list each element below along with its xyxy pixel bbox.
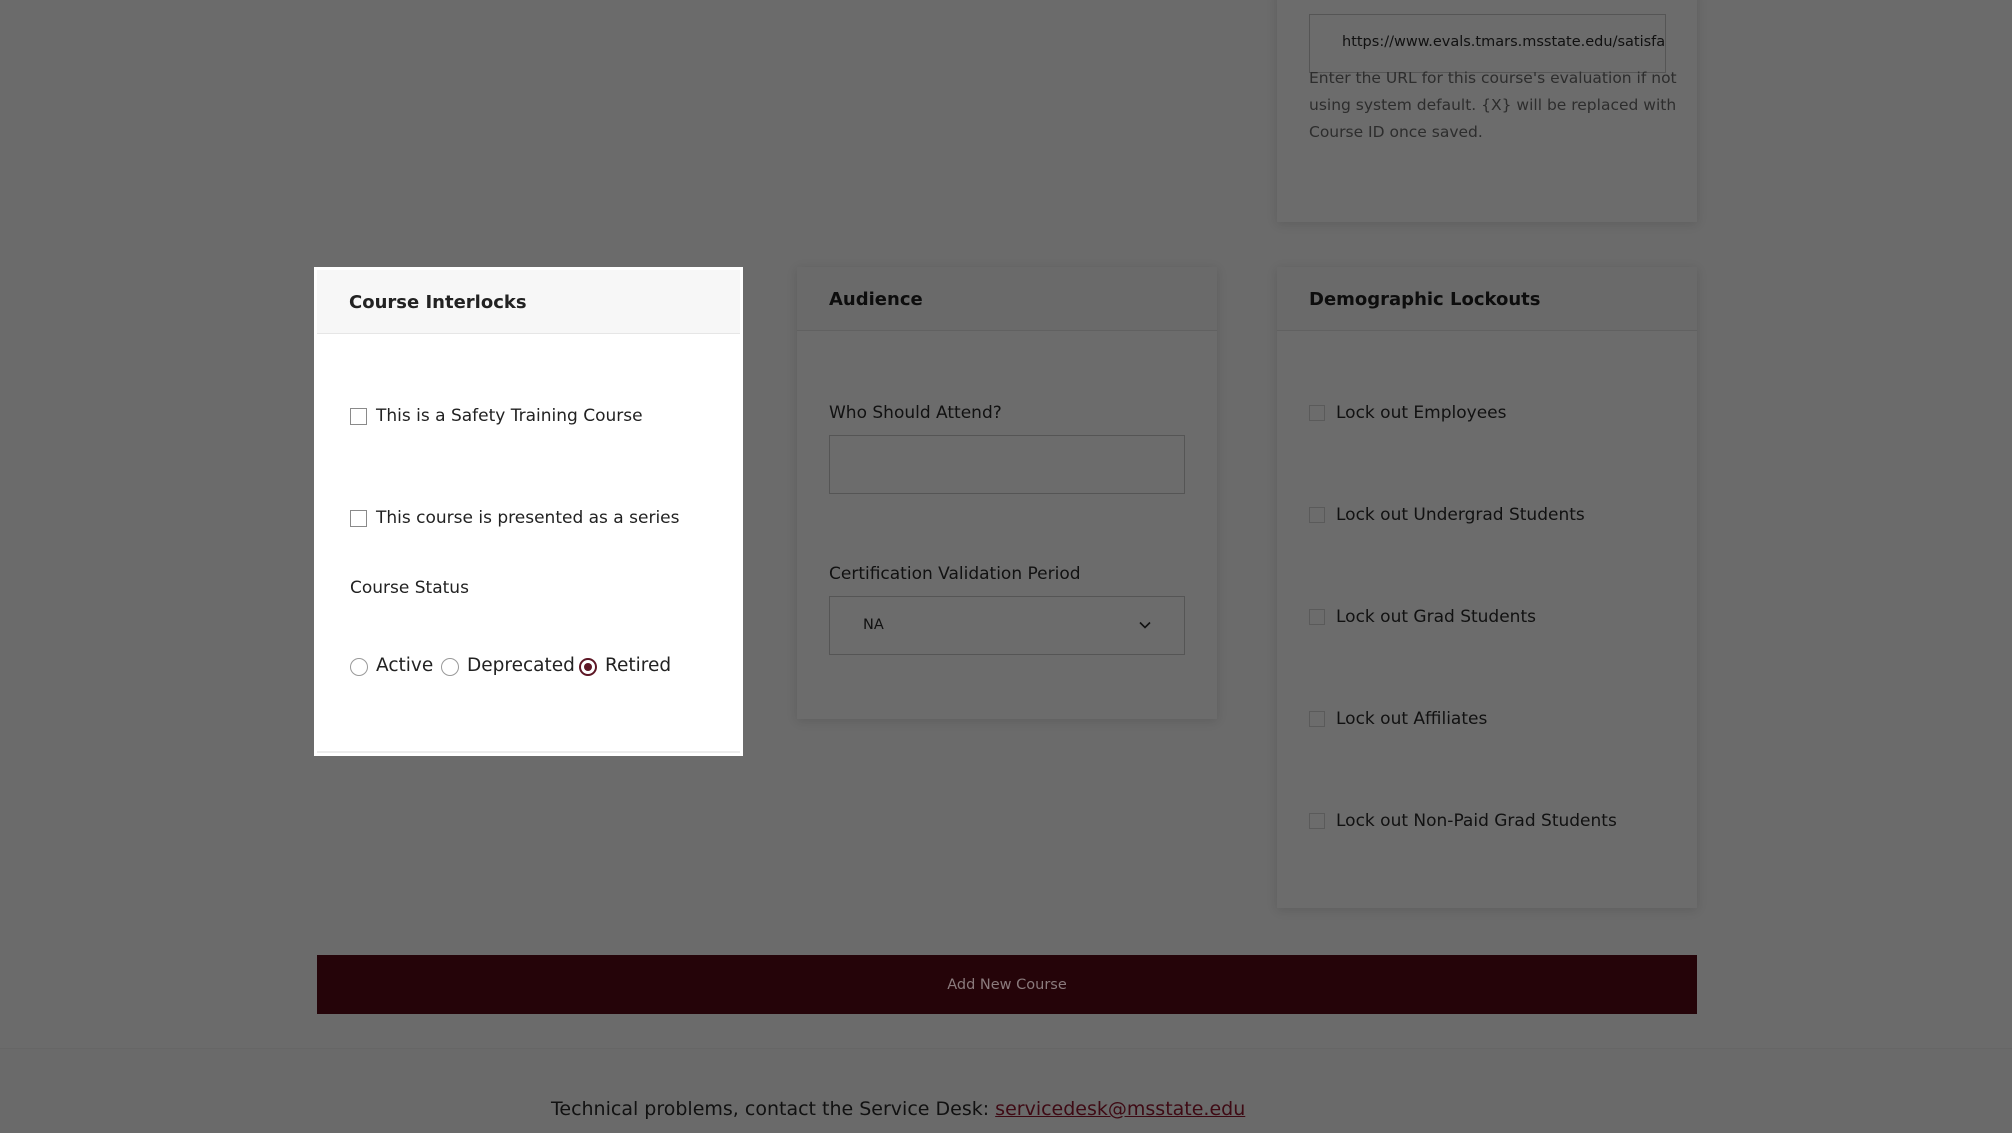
chevron-down-icon bbox=[1138, 617, 1152, 631]
add-new-course-button[interactable]: Add New Course bbox=[317, 955, 1697, 1014]
lockout-undergrad-checkbox[interactable] bbox=[1309, 507, 1325, 523]
certification-period-select[interactable]: NA bbox=[829, 596, 1185, 655]
who-should-attend-input[interactable] bbox=[829, 435, 1185, 494]
safety-training-checkbox[interactable] bbox=[350, 408, 367, 425]
status-active-radio[interactable] bbox=[350, 658, 368, 676]
status-active-label: Active bbox=[376, 655, 434, 676]
footer bbox=[0, 1048, 2012, 1133]
help-line-3: Course ID once saved. bbox=[1309, 123, 1483, 141]
series-label: This course is presented as a series bbox=[376, 508, 680, 528]
safety-training-label: This is a Safety Training Course bbox=[376, 406, 643, 426]
certification-period-value: NA bbox=[863, 617, 884, 633]
lockouts-card: Demographic Lockouts Lock out Employees … bbox=[1277, 267, 1697, 908]
lockout-affiliates-label: Lock out Affiliates bbox=[1336, 709, 1488, 729]
lockouts-title: Demographic Lockouts bbox=[1309, 289, 1541, 310]
lockout-employees-label: Lock out Employees bbox=[1336, 403, 1507, 423]
evaluation-url-value: https://www.evals.tmars.msstate.edu/sati… bbox=[1342, 34, 1666, 50]
card-divider bbox=[317, 751, 740, 753]
status-retired-radio[interactable] bbox=[579, 658, 597, 676]
series-checkbox[interactable] bbox=[350, 510, 367, 527]
audience-title: Audience bbox=[829, 289, 923, 310]
lockout-nonpaid-grad-label: Lock out Non-Paid Grad Students bbox=[1336, 811, 1617, 831]
audience-card: Audience Who Should Attend? Certificatio… bbox=[797, 267, 1217, 719]
lockout-grad-label: Lock out Grad Students bbox=[1336, 607, 1536, 627]
course-interlocks-header: Course Interlocks bbox=[317, 270, 740, 334]
evaluation-help-text: Enter the URL for this course's evaluati… bbox=[1309, 65, 1677, 146]
course-interlocks-title: Course Interlocks bbox=[349, 292, 527, 313]
certification-period-label: Certification Validation Period bbox=[829, 564, 1081, 584]
status-deprecated-radio[interactable] bbox=[441, 658, 459, 676]
help-line-1: Enter the URL for this course's evaluati… bbox=[1309, 69, 1677, 87]
lockouts-header: Demographic Lockouts bbox=[1277, 267, 1697, 331]
evaluation-card: https://www.evals.tmars.msstate.edu/sati… bbox=[1277, 0, 1697, 222]
audience-header: Audience bbox=[797, 267, 1217, 331]
help-line-2: using system default. {X} will be replac… bbox=[1309, 96, 1677, 114]
footer-text: Technical problems, contact the Service … bbox=[551, 1098, 1245, 1120]
lockout-nonpaid-grad-checkbox[interactable] bbox=[1309, 813, 1325, 829]
course-status-label: Course Status bbox=[350, 578, 469, 598]
lockout-employees-checkbox[interactable] bbox=[1309, 405, 1325, 421]
who-should-attend-label: Who Should Attend? bbox=[829, 403, 1002, 423]
status-deprecated-label: Deprecated bbox=[467, 655, 575, 676]
status-retired-label: Retired bbox=[605, 655, 672, 676]
service-desk-email-link[interactable]: servicedesk@msstate.edu bbox=[995, 1098, 1245, 1120]
lockout-undergrad-label: Lock out Undergrad Students bbox=[1336, 505, 1585, 525]
course-interlocks-card: Course Interlocks This is a Safety Train… bbox=[314, 267, 743, 756]
footer-message: Technical problems, contact the Service … bbox=[551, 1098, 990, 1120]
lockout-grad-checkbox[interactable] bbox=[1309, 609, 1325, 625]
lockout-affiliates-checkbox[interactable] bbox=[1309, 711, 1325, 727]
